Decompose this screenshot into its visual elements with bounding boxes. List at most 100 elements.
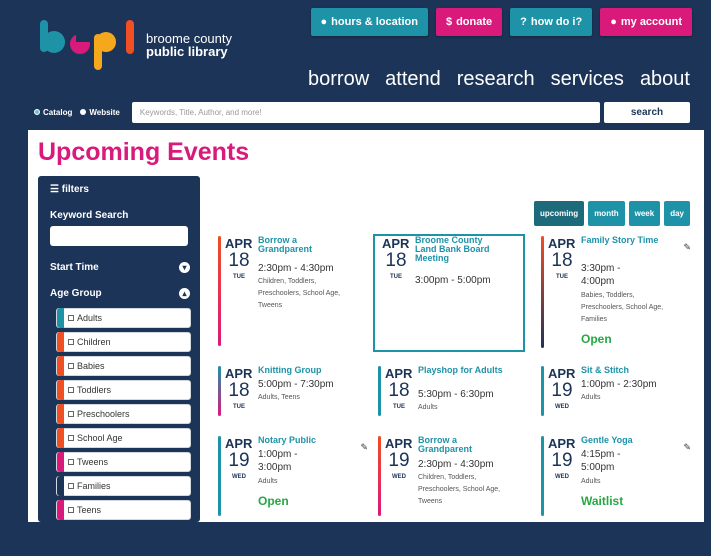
- view-upcoming-button[interactable]: upcoming: [533, 201, 585, 226]
- nav-services[interactable]: services: [551, 68, 624, 91]
- event-day: 19: [551, 380, 573, 401]
- nav-borrow[interactable]: borrow: [308, 68, 369, 91]
- event-weekday: WED: [392, 474, 406, 480]
- edit-icon[interactable]: ✎: [683, 242, 691, 253]
- event-age-bar: [541, 436, 544, 516]
- age-color-bar: [57, 452, 64, 472]
- event-month: APR: [548, 436, 576, 451]
- view-day-button[interactable]: day: [664, 201, 690, 226]
- age-option-adults[interactable]: Adults: [56, 308, 191, 328]
- event-title[interactable]: Knitting Group: [258, 366, 343, 375]
- keyword-search-input[interactable]: [50, 226, 188, 246]
- age-color-bar: [57, 308, 64, 328]
- event-card[interactable]: APR 18 TUE Borrow a Grandparent 2:30pm -…: [218, 236, 368, 356]
- event-title[interactable]: Notary Public: [258, 436, 343, 445]
- checkbox-icon: [68, 339, 74, 345]
- page-frame: broome county public library ● hours & lo…: [0, 0, 711, 522]
- event-ages: Adults: [258, 478, 278, 485]
- library-name: broome county public library: [146, 32, 232, 58]
- start-time-toggle[interactable]: Start Time ▾: [50, 262, 190, 273]
- age-color-bar: [57, 428, 64, 448]
- nav-about[interactable]: about: [640, 68, 690, 91]
- event-title[interactable]: Broome County Land Bank Board Meeting: [415, 236, 500, 263]
- age-option-preschoolers[interactable]: Preschoolers: [56, 404, 191, 424]
- question-icon: ?: [520, 16, 527, 28]
- event-age-bar: [218, 436, 221, 516]
- edit-icon[interactable]: ✎: [683, 442, 691, 453]
- age-color-bar: [57, 500, 64, 520]
- checkbox-icon: [68, 435, 74, 441]
- event-title[interactable]: Sit & Stitch: [581, 366, 666, 375]
- event-card[interactable]: APR 18 TUE Broome County Land Bank Board…: [373, 234, 525, 352]
- event-time: 2:30pm - 4:30pm: [258, 263, 334, 274]
- how-do-i-button[interactable]: ? how do i?: [510, 8, 593, 36]
- age-option-teens[interactable]: Teens: [56, 500, 191, 520]
- radio-catalog[interactable]: Catalog: [34, 108, 72, 117]
- event-month: APR: [382, 236, 410, 251]
- search-input[interactable]: Keywords, Title, Author, and more!: [131, 101, 600, 123]
- view-month-button[interactable]: month: [588, 201, 625, 226]
- event-card[interactable]: APR 18 TUE Family Story Time ✎ 3:30pm - …: [541, 236, 691, 356]
- event-status: Open: [581, 332, 612, 346]
- checkbox-icon: [68, 411, 74, 417]
- hours-location-button[interactable]: ● hours & location: [310, 8, 428, 36]
- donate-button[interactable]: $ donate: [435, 8, 503, 36]
- age-color-bar: [57, 404, 64, 424]
- age-option-families[interactable]: Families: [56, 476, 191, 496]
- radio-catalog-label: Catalog: [43, 107, 73, 117]
- event-ages: Adults, Teens: [258, 394, 300, 401]
- view-switcher: upcoming month week day: [533, 201, 690, 226]
- event-title[interactable]: Gentle Yoga: [581, 436, 666, 445]
- nav-research[interactable]: research: [457, 68, 535, 91]
- event-card[interactable]: APR 19 WED Borrow a Grandparent 2:30pm -…: [378, 436, 528, 556]
- age-group-toggle[interactable]: Age Group ▴: [50, 288, 190, 299]
- location-pin-icon: ●: [320, 16, 328, 28]
- radio-website[interactable]: Website: [80, 108, 120, 117]
- age-label: Teens: [77, 505, 102, 515]
- hours-location-label: hours & location: [331, 16, 418, 28]
- event-title[interactable]: Borrow a Grandparent: [258, 236, 343, 254]
- event-month: APR: [385, 366, 413, 381]
- age-option-school-age[interactable]: School Age: [56, 428, 191, 448]
- how-do-i-label: how do i?: [530, 16, 583, 28]
- view-week-button[interactable]: week: [628, 201, 661, 226]
- age-option-toddlers[interactable]: Toddlers: [56, 380, 191, 400]
- nav-attend[interactable]: attend: [385, 68, 441, 91]
- age-option-tweens[interactable]: Tweens: [56, 452, 191, 472]
- event-month: APR: [225, 236, 253, 251]
- dollar-icon: $: [445, 16, 453, 28]
- event-title[interactable]: Family Story Time: [581, 236, 666, 245]
- search-button[interactable]: search: [604, 101, 690, 123]
- page-title: Upcoming Events: [38, 138, 250, 166]
- event-title[interactable]: Playshop for Adults: [418, 366, 503, 375]
- library-logo[interactable]: [36, 12, 146, 72]
- event-time: 5:30pm - 6:30pm: [418, 389, 494, 400]
- radio-selected-icon: [34, 109, 40, 115]
- edit-icon[interactable]: ✎: [360, 442, 368, 453]
- event-title[interactable]: Borrow a Grandparent: [418, 436, 503, 454]
- age-color-bar: [57, 476, 64, 496]
- event-weekday: WED: [232, 474, 246, 480]
- event-day: 19: [388, 450, 410, 471]
- age-label: Preschoolers: [77, 409, 130, 419]
- event-status: Waitlist: [581, 494, 624, 508]
- event-day: 18: [385, 250, 407, 271]
- age-option-children[interactable]: Children: [56, 332, 191, 352]
- event-card[interactable]: APR 19 WED Gentle Yoga ✎ 4:15pm - 5:00pm…: [541, 436, 691, 556]
- age-option-babies[interactable]: Babies: [56, 356, 191, 376]
- checkbox-icon: [68, 363, 74, 369]
- event-ages: Children, Toddlers, Preschoolers, School…: [418, 474, 501, 505]
- donate-label: donate: [456, 16, 493, 28]
- checkbox-icon: [68, 459, 74, 465]
- event-age-bar: [218, 236, 221, 346]
- event-card[interactable]: APR 19 WED Notary Public ✎ 1:00pm - 3:00…: [218, 436, 368, 556]
- event-time: 2:30pm - 4:30pm: [418, 459, 494, 470]
- event-weekday: WED: [555, 404, 569, 410]
- age-group-label: Age Group: [50, 288, 102, 299]
- event-ages: Children, Toddlers, Preschoolers, School…: [258, 278, 341, 309]
- user-icon: ●: [610, 16, 617, 28]
- event-status: Open: [258, 494, 289, 508]
- my-account-button[interactable]: ● my account: [600, 8, 692, 36]
- event-ages: Adults: [581, 394, 601, 401]
- age-label: Families: [77, 481, 111, 491]
